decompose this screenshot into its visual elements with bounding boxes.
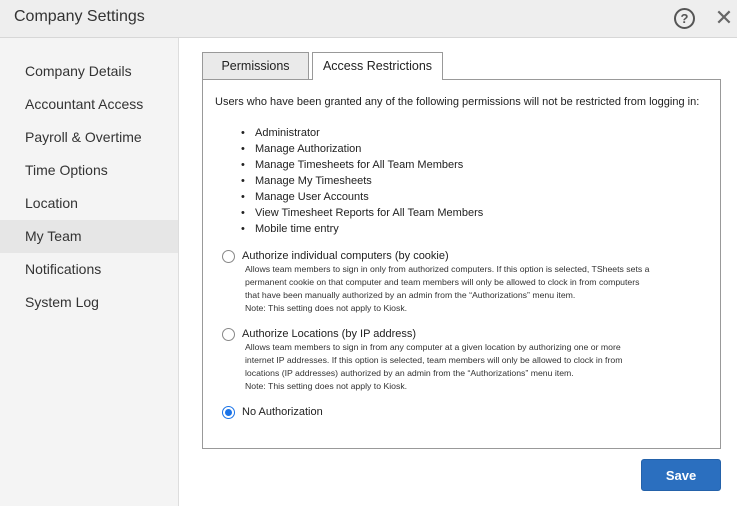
description-line: locations (IP addresses) authorized by a… xyxy=(245,368,574,378)
option-label-authorize-computers[interactable]: Authorize individual computers (by cooki… xyxy=(242,249,449,263)
description-line: Note: This setting does not apply to Kio… xyxy=(245,381,408,391)
exempt-permissions-list: Administrator Manage Authorization Manag… xyxy=(241,125,483,237)
list-item: Manage My Timesheets xyxy=(241,173,483,189)
intro-text: Users who have been granted any of the f… xyxy=(215,96,700,108)
tab-access-restrictions[interactable]: Access Restrictions xyxy=(312,52,443,80)
radio-authorize-locations[interactable] xyxy=(222,328,235,341)
radio-authorize-computers[interactable] xyxy=(222,250,235,263)
option-description-authorize-computers: Allows team members to sign in only from… xyxy=(245,263,711,315)
help-icon[interactable]: ? xyxy=(674,8,695,29)
list-item: Administrator xyxy=(241,125,483,141)
option-label-authorize-locations[interactable]: Authorize Locations (by IP address) xyxy=(242,327,416,341)
sidebar-item-accountant-access[interactable]: Accountant Access xyxy=(0,88,178,121)
save-button[interactable]: Save xyxy=(641,459,721,491)
option-label-no-authorization[interactable]: No Authorization xyxy=(242,405,323,419)
close-icon[interactable]: ✕ xyxy=(713,7,735,30)
dialog-title: Company Settings xyxy=(14,8,145,25)
sidebar-item-location[interactable]: Location xyxy=(0,187,178,220)
description-line: that have been manually authorized by an… xyxy=(245,290,576,300)
sidebar-item-notifications[interactable]: Notifications xyxy=(0,253,178,286)
list-item: View Timesheet Reports for All Team Memb… xyxy=(241,205,483,221)
sidebar-item-payroll-overtime[interactable]: Payroll & Overtime xyxy=(0,121,178,154)
description-line: Allows team members to sign in only from… xyxy=(245,264,650,274)
tab-permissions[interactable]: Permissions xyxy=(202,52,309,79)
list-item: Manage User Accounts xyxy=(241,189,483,205)
settings-sidebar: Company Details Accountant Access Payrol… xyxy=(0,38,179,506)
description-line: Note: This setting does not apply to Kio… xyxy=(245,303,408,313)
description-line: permanent cookie on that computer and te… xyxy=(245,277,640,287)
list-item: Manage Timesheets for All Team Members xyxy=(241,157,483,173)
sidebar-item-time-options[interactable]: Time Options xyxy=(0,154,178,187)
option-description-authorize-locations: Allows team members to sign in from any … xyxy=(245,341,711,393)
title-bar: Company Settings ? ✕ xyxy=(0,0,737,38)
sidebar-item-company-details[interactable]: Company Details xyxy=(0,55,178,88)
description-line: Allows team members to sign in from any … xyxy=(245,342,621,352)
sidebar-item-my-team[interactable]: My Team xyxy=(0,220,178,253)
list-item: Manage Authorization xyxy=(241,141,483,157)
list-item: Mobile time entry xyxy=(241,221,483,237)
radio-no-authorization[interactable] xyxy=(222,406,235,419)
sidebar-item-system-log[interactable]: System Log xyxy=(0,286,178,319)
description-line: internet IP addresses. If this option is… xyxy=(245,355,623,365)
